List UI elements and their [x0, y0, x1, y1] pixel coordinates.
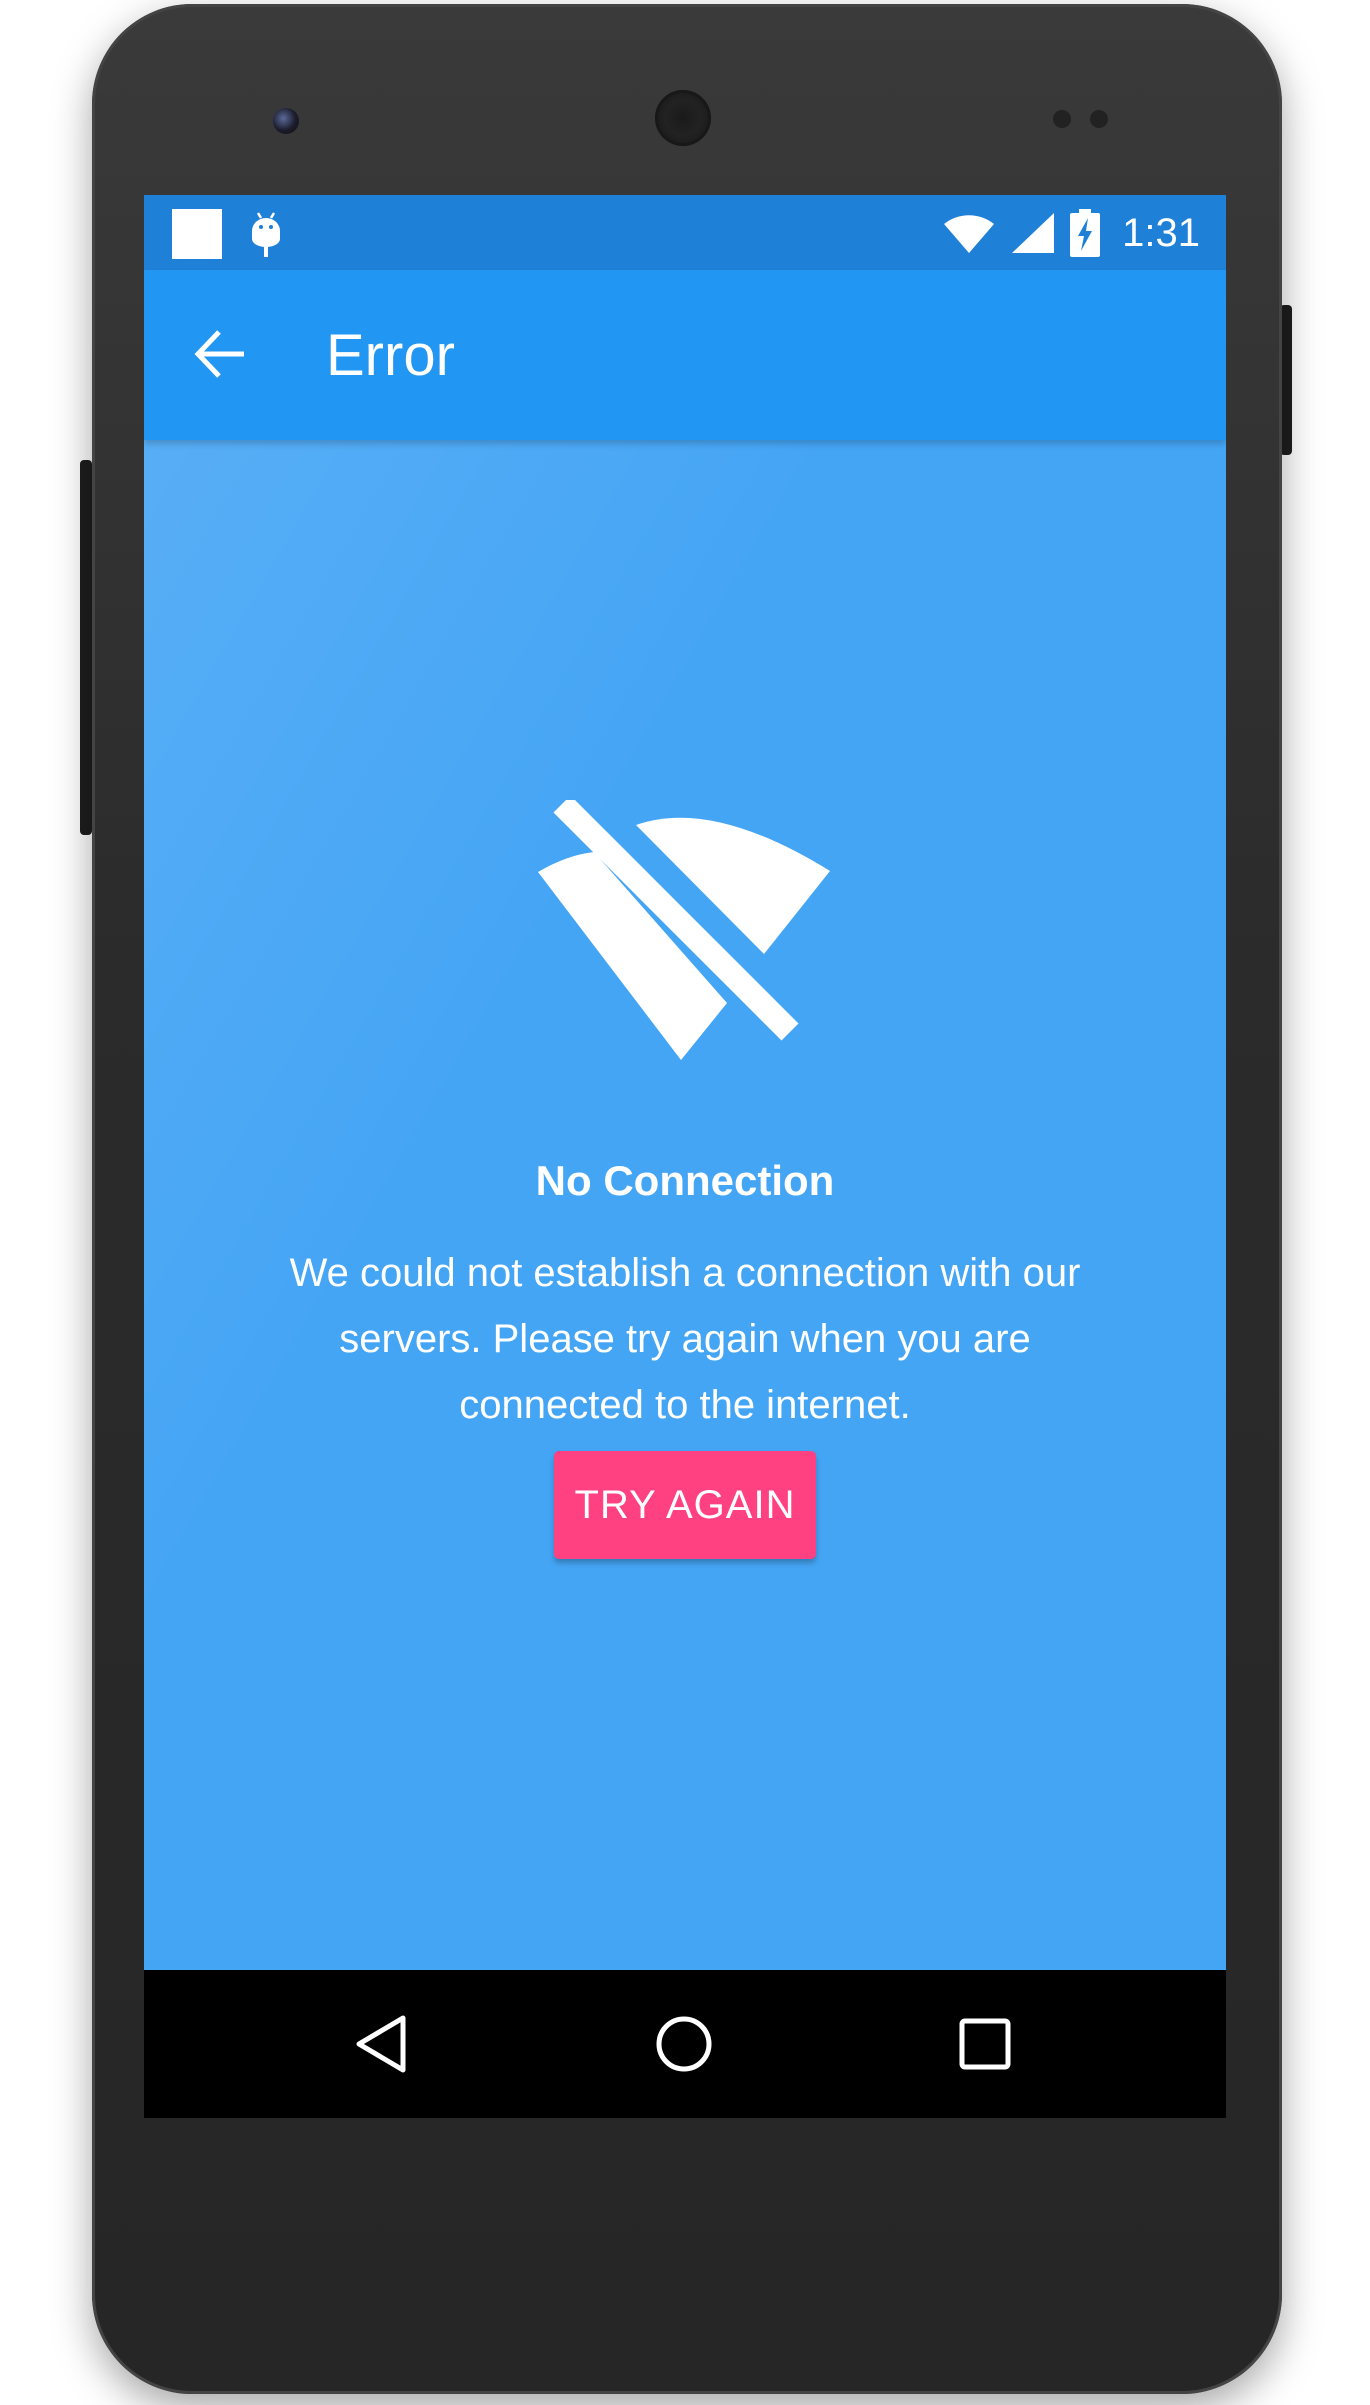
back-triangle-icon — [356, 2015, 406, 2073]
error-content: No Connection We could not establish a c… — [144, 440, 1226, 1970]
status-bar: 1:31 — [144, 195, 1226, 270]
navigation-bar — [144, 1970, 1226, 2118]
arrow-back-icon — [194, 330, 244, 378]
front-camera — [273, 108, 299, 134]
app-bar: Error — [144, 270, 1226, 440]
wifi-off-icon — [538, 800, 830, 1060]
content-sheen — [144, 440, 1226, 1970]
earpiece-speaker — [655, 90, 711, 146]
try-again-button[interactable]: TRY AGAIN — [554, 1451, 816, 1559]
stage: 1:31 Error No Connection We could not es… — [0, 0, 1370, 2405]
light-sensor — [1090, 110, 1108, 128]
back-button[interactable] — [184, 318, 256, 390]
nav-home-button[interactable] — [634, 1994, 734, 2094]
error-title: No Connection — [535, 1157, 835, 1204]
battery-charging-icon — [1070, 209, 1101, 257]
recents-square-icon — [959, 2018, 1011, 2070]
wifi-icon — [944, 215, 995, 253]
nav-back-button[interactable] — [331, 1994, 431, 2094]
volume-button — [80, 460, 92, 835]
page-title: Error — [326, 323, 455, 388]
status-time: 1:31 — [1122, 210, 1200, 255]
nav-recents-button[interactable] — [935, 1994, 1035, 2094]
error-message: We could not establish a connection with… — [289, 1251, 1081, 1427]
status-icons: 1:31 — [942, 203, 1200, 263]
screen: 1:31 Error No Connection We could not es… — [144, 195, 1226, 2118]
notification-square-icon — [172, 209, 222, 259]
cellular-signal-icon — [1012, 213, 1055, 253]
proximity-sensor — [1053, 110, 1071, 128]
android-debug-icon — [252, 212, 280, 257]
home-circle-icon — [656, 2016, 712, 2072]
